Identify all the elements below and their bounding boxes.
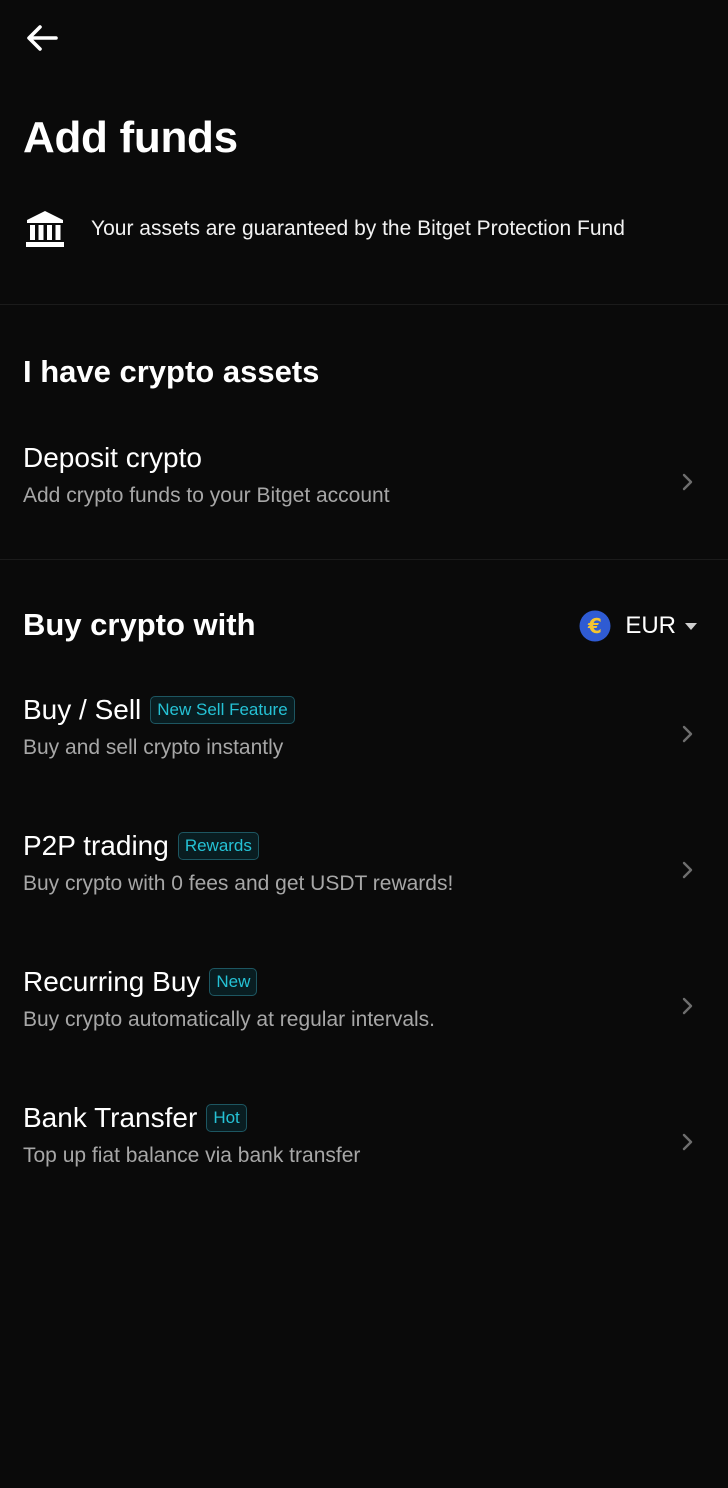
euro-coin-icon: € <box>579 610 611 642</box>
currency-code: EUR <box>625 612 676 639</box>
chevron-right-icon <box>682 725 693 743</box>
chevron-right-icon <box>682 997 693 1015</box>
deposit-crypto-title: Deposit crypto <box>23 442 202 473</box>
bank-transfer-subtitle: Top up fiat balance via bank transfer <box>23 1144 361 1167</box>
buy-sell-item[interactable]: Buy / Sell New Sell Feature Buy and sell… <box>0 690 728 800</box>
deposit-crypto-subtitle: Add crypto funds to your Bitget account <box>23 484 390 507</box>
protection-notice: Your assets are guaranteed by the Bitget… <box>24 206 708 252</box>
section-divider <box>0 559 728 560</box>
recurring-buy-title: Recurring Buy <box>23 966 201 997</box>
chevron-right-icon <box>682 1133 693 1151</box>
recurring-buy-item[interactable]: Recurring Buy New Buy crypto automatical… <box>0 962 728 1072</box>
new-badge: New <box>209 968 258 996</box>
new-sell-feature-badge: New Sell Feature <box>150 696 295 724</box>
chevron-right-icon <box>682 473 693 491</box>
caret-down-icon <box>685 623 697 630</box>
bank-icon <box>26 211 64 247</box>
deposit-crypto-item[interactable]: Deposit crypto Add crypto funds to your … <box>0 438 728 548</box>
add-funds-screen: Add funds Your assets are guaranteed by … <box>0 0 728 1488</box>
hot-badge: Hot <box>206 1104 247 1132</box>
section-title-buy-crypto: Buy crypto with <box>23 607 256 642</box>
section-divider <box>0 304 728 305</box>
recurring-buy-subtitle: Buy crypto automatically at regular inte… <box>23 1008 436 1031</box>
protection-text: Your assets are guaranteed by the Bitget… <box>91 217 625 240</box>
buy-sell-title: Buy / Sell <box>23 694 142 725</box>
page-title: Add funds <box>23 113 238 162</box>
back-button[interactable] <box>22 20 62 56</box>
euro-symbol: € <box>587 614 602 638</box>
buy-sell-subtitle: Buy and sell crypto instantly <box>23 736 284 759</box>
p2p-trading-item[interactable]: P2P trading Rewards Buy crypto with 0 fe… <box>0 826 728 936</box>
chevron-right-icon <box>682 861 693 879</box>
arrow-left-icon <box>27 25 58 51</box>
rewards-badge: Rewards <box>177 832 259 860</box>
p2p-trading-subtitle: Buy crypto with 0 fees and get USDT rewa… <box>23 872 454 895</box>
bank-transfer-title: Bank Transfer <box>23 1102 198 1133</box>
section-title-crypto-assets: I have crypto assets <box>23 354 320 389</box>
p2p-trading-title: P2P trading <box>23 830 169 861</box>
bank-transfer-item[interactable]: Bank Transfer Hot Top up fiat balance vi… <box>0 1098 728 1208</box>
currency-selector[interactable]: € EUR <box>579 606 698 646</box>
